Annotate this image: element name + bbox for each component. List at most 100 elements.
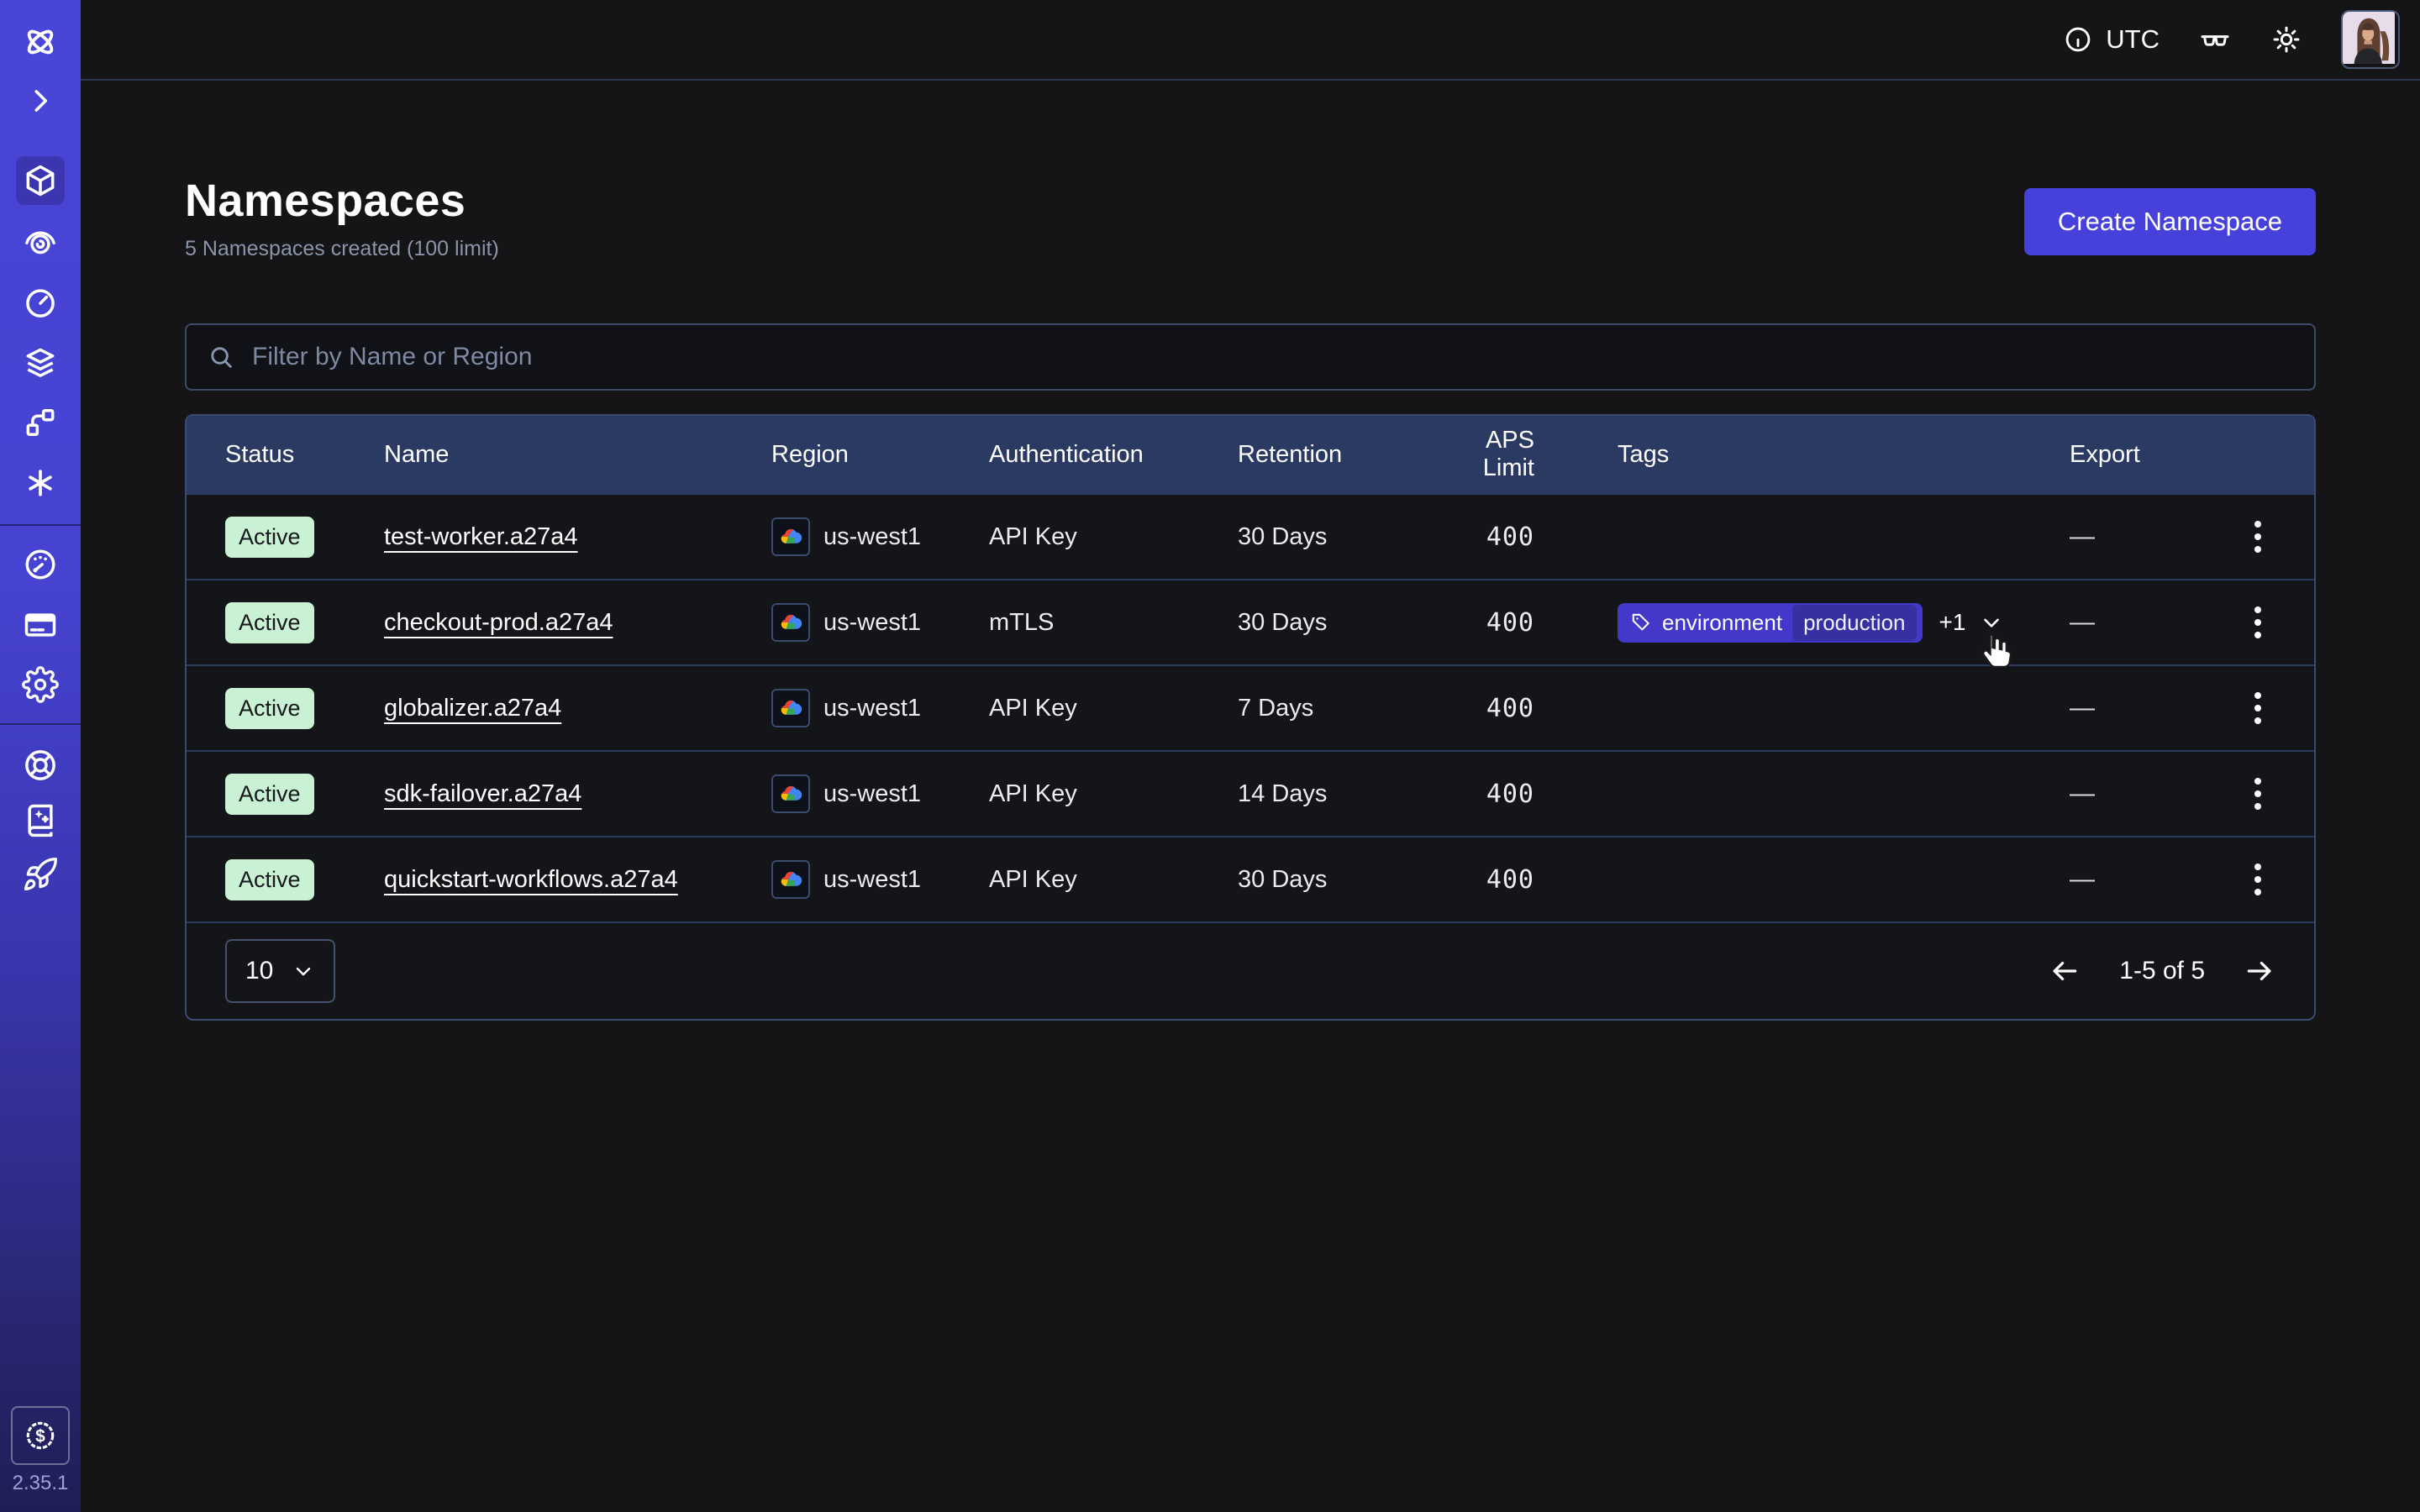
search-input[interactable]	[250, 342, 2294, 372]
status-badge: Active	[225, 688, 314, 729]
next-page-button[interactable]	[2244, 955, 2275, 987]
tag-icon	[1630, 612, 1652, 633]
sidebar-item-billing[interactable]	[0, 603, 81, 647]
namespace-link[interactable]: sdk-failover.a27a4	[384, 780, 581, 807]
sidebar-item-getting-started[interactable]	[0, 853, 81, 896]
user-avatar[interactable]	[2341, 10, 2400, 69]
table-row: Active globalizer.a27a4 us-west1 API Key…	[187, 664, 2314, 750]
auth-value: mTLS	[989, 609, 1238, 637]
row-menu-kebab-icon[interactable]	[2249, 516, 2266, 558]
tag-value: production	[1792, 605, 1916, 641]
layers-icon	[22, 344, 59, 381]
sidebar-item-stacks[interactable]	[0, 341, 81, 385]
region-label: us-west1	[823, 609, 921, 637]
main-content: Namespaces 5 Namespaces created (100 lim…	[81, 82, 2420, 1512]
row-menu-kebab-icon[interactable]	[2249, 687, 2266, 729]
create-namespace-button[interactable]: Create Namespace	[2024, 188, 2316, 255]
gcp-cloud-icon	[771, 517, 810, 556]
aps-value: 400	[1429, 608, 1534, 638]
chevron-down-icon[interactable]	[1979, 610, 2004, 635]
col-status: Status	[225, 441, 384, 469]
status-badge: Active	[225, 774, 314, 815]
namespace-link[interactable]: quickstart-workflows.a27a4	[384, 866, 678, 893]
retention-value: 30 Days	[1238, 523, 1429, 551]
col-tags: Tags	[1534, 441, 2070, 469]
col-name: Name	[384, 441, 771, 469]
filter-search[interactable]	[185, 323, 2316, 391]
rocket-icon	[22, 856, 59, 893]
gcp-cloud-icon	[771, 603, 810, 642]
sidebar-item-schedules[interactable]	[0, 281, 81, 324]
cube-icon	[22, 162, 59, 199]
sun-icon	[2270, 24, 2302, 55]
aps-value: 400	[1429, 522, 1534, 552]
eye-spiral-icon	[22, 223, 59, 260]
book-sparkles-icon	[22, 801, 59, 838]
timezone-label: UTC	[2106, 24, 2160, 55]
gcp-cloud-icon	[771, 860, 810, 899]
billing-badge-button[interactable]: $	[0, 1408, 81, 1463]
read-only-mode-button[interactable]	[2198, 23, 2232, 56]
topbar: UTC	[81, 0, 2420, 81]
retention-value: 7 Days	[1238, 695, 1429, 722]
row-menu-kebab-icon[interactable]	[2249, 773, 2266, 815]
arrow-right-icon	[2244, 955, 2275, 987]
search-icon	[207, 343, 235, 371]
namespace-link[interactable]: test-worker.a27a4	[384, 523, 578, 550]
region-label: us-west1	[823, 523, 921, 551]
page-header: Namespaces 5 Namespaces created (100 lim…	[185, 175, 2316, 261]
page-size-select[interactable]: 10	[225, 939, 335, 1003]
arrow-left-icon	[2049, 955, 2081, 987]
auth-value: API Key	[989, 780, 1238, 808]
export-value: —	[2070, 608, 2239, 637]
sidebar-item-deployments[interactable]	[0, 401, 81, 444]
aps-value: 400	[1429, 780, 1534, 809]
active-item-highlight	[16, 156, 65, 205]
auth-value: API Key	[989, 866, 1238, 894]
gcp-cloud-icon	[771, 689, 810, 727]
theme-toggle-button[interactable]	[2270, 24, 2302, 55]
badge-dollar-icon: $	[11, 1406, 70, 1465]
region-label: us-west1	[823, 695, 921, 722]
page-title: Namespaces	[185, 175, 2316, 227]
row-menu-kebab-icon[interactable]	[2249, 601, 2266, 643]
gear-icon	[22, 666, 59, 703]
table-row: Active quickstart-workflows.a27a4 us-wes…	[187, 836, 2314, 921]
tag-pill[interactable]: environment production	[1618, 603, 1923, 643]
col-authentication: Authentication	[989, 441, 1238, 469]
workflow-branch-icon	[22, 404, 59, 441]
region-label: us-west1	[823, 866, 921, 894]
status-badge: Active	[225, 602, 314, 643]
sidebar-divider	[0, 524, 81, 526]
export-value: —	[2070, 522, 2239, 551]
sidebar-item-docs[interactable]	[0, 798, 81, 842]
sidebar-item-nexus[interactable]	[0, 461, 81, 505]
row-menu-kebab-icon[interactable]	[2249, 858, 2266, 900]
sidebar-item-support[interactable]	[0, 743, 81, 787]
prev-page-button[interactable]	[2049, 955, 2081, 987]
timezone-button[interactable]: UTC	[2063, 24, 2160, 55]
glasses-icon	[2198, 23, 2232, 56]
sidebar-item-usage[interactable]	[0, 543, 81, 586]
svg-text:$: $	[35, 1426, 45, 1446]
timer-icon	[22, 284, 59, 321]
sidebar-item-settings[interactable]	[0, 663, 81, 706]
credit-card-icon	[22, 606, 59, 643]
namespace-link[interactable]: globalizer.a27a4	[384, 695, 561, 722]
col-retention: Retention	[1238, 441, 1429, 469]
page-size-value: 10	[245, 957, 273, 985]
retention-value: 30 Days	[1238, 609, 1429, 637]
sidebar-item-namespaces[interactable]	[0, 156, 81, 205]
temporal-logo-icon	[0, 20, 81, 64]
namespace-link[interactable]: checkout-prod.a27a4	[384, 609, 613, 636]
pagination-range: 1-5 of 5	[2119, 957, 2205, 985]
sidebar-expand-chevron-icon[interactable]	[0, 79, 81, 123]
aps-value: 400	[1429, 865, 1534, 895]
tag-key: environment	[1662, 610, 1782, 636]
export-value: —	[2070, 865, 2239, 894]
table-row: Active sdk-failover.a27a4 us-west1 API K…	[187, 750, 2314, 836]
namespaces-table: Status Name Region Authentication Retent…	[185, 414, 2316, 1021]
sidebar-item-observability[interactable]	[0, 219, 81, 263]
retention-value: 30 Days	[1238, 866, 1429, 894]
tags-cell: environment production +1	[1534, 603, 2070, 643]
